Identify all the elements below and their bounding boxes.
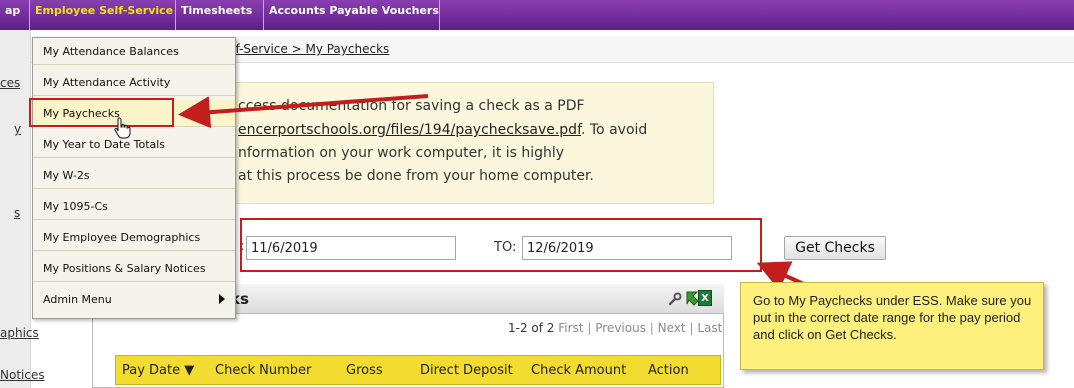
info-line-3: nformation on your work computer, it is …	[238, 145, 565, 161]
menu-item-attendance-balances[interactable]: My Attendance Balances	[33, 38, 235, 65]
wrench-icon[interactable]	[668, 292, 682, 306]
menu-item-positions-salary-notices[interactable]: My Positions & Salary Notices	[33, 255, 235, 282]
instruction-callout: Go to My Paychecks under ESS. Make sure …	[740, 282, 1044, 370]
excel-icon[interactable]: X	[698, 290, 712, 306]
tab-accounts-payable-vouchers[interactable]: Accounts Payable Vouchers	[264, 0, 440, 30]
column-direct-deposit[interactable]: Direct Deposit	[420, 363, 513, 378]
menu-item-employee-demographics[interactable]: My Employee Demographics	[33, 224, 235, 251]
callout-text: Go to My Paychecks under ESS. Make sure …	[753, 293, 1032, 342]
chevron-right-icon	[219, 294, 225, 304]
hand-cursor-icon	[114, 117, 131, 139]
column-check-number[interactable]: Check Number	[215, 363, 311, 378]
table-header	[115, 355, 721, 385]
menu-item-admin-menu[interactable]: Admin Menu	[33, 286, 235, 313]
menu-item-year-to-date-totals[interactable]: My Year to Date Totals	[33, 131, 235, 158]
tab-employee-self-service[interactable]: Employee Self-Service	[30, 0, 176, 30]
sidebar-item-activity[interactable]: y	[14, 122, 21, 136]
my-paychecks-highlight	[29, 98, 174, 127]
column-pay-date[interactable]: Pay Date ▼	[122, 363, 194, 378]
pager-last[interactable]: Last	[697, 321, 722, 335]
documentation-link[interactable]: encerportschools.org/files/194/paychecks…	[238, 122, 581, 138]
menu-item-attendance-activity[interactable]: My Attendance Activity	[33, 69, 235, 96]
pager-previous[interactable]: Previous	[595, 321, 646, 335]
sidebar-item-notices[interactable]: Notices	[0, 368, 45, 382]
top-menu-bar: ap Employee Self-Service Timesheets Acco…	[0, 0, 1074, 30]
get-checks-button[interactable]: Get Checks	[784, 236, 886, 260]
sidebar-item-w2s[interactable]: s	[14, 206, 20, 220]
date-range-highlight	[240, 218, 762, 272]
tab-ap[interactable]: ap	[0, 0, 30, 30]
column-action[interactable]: Action	[648, 363, 689, 378]
column-check-amount[interactable]: Check Amount	[531, 363, 626, 378]
menu-item-w2s[interactable]: My W-2s	[33, 162, 235, 189]
menu-item-admin-menu-label: Admin Menu	[43, 293, 112, 306]
pager-range: 1-2 of 2	[508, 321, 555, 335]
pager: 1-2 of 2 First | Previous | Next | Last	[508, 321, 723, 335]
info-line-4: at this process be done from your home c…	[238, 168, 594, 184]
sidebar-item-attendances[interactable]: ces	[0, 76, 20, 90]
sidebar-item-demographics[interactable]: aphics	[0, 326, 39, 340]
info-line-1: ccess documentation for saving a check a…	[238, 98, 585, 114]
info-line-2-rest: . To avoid	[580, 122, 648, 138]
tab-timesheets[interactable]: Timesheets	[176, 0, 264, 30]
menu-item-1095-cs[interactable]: My 1095-Cs	[33, 193, 235, 220]
info-line-2: encerportschools.org/files/194/paychecks…	[238, 122, 647, 138]
column-gross[interactable]: Gross	[346, 363, 383, 378]
pager-first[interactable]: First	[558, 321, 583, 335]
pager-next[interactable]: Next	[658, 321, 686, 335]
